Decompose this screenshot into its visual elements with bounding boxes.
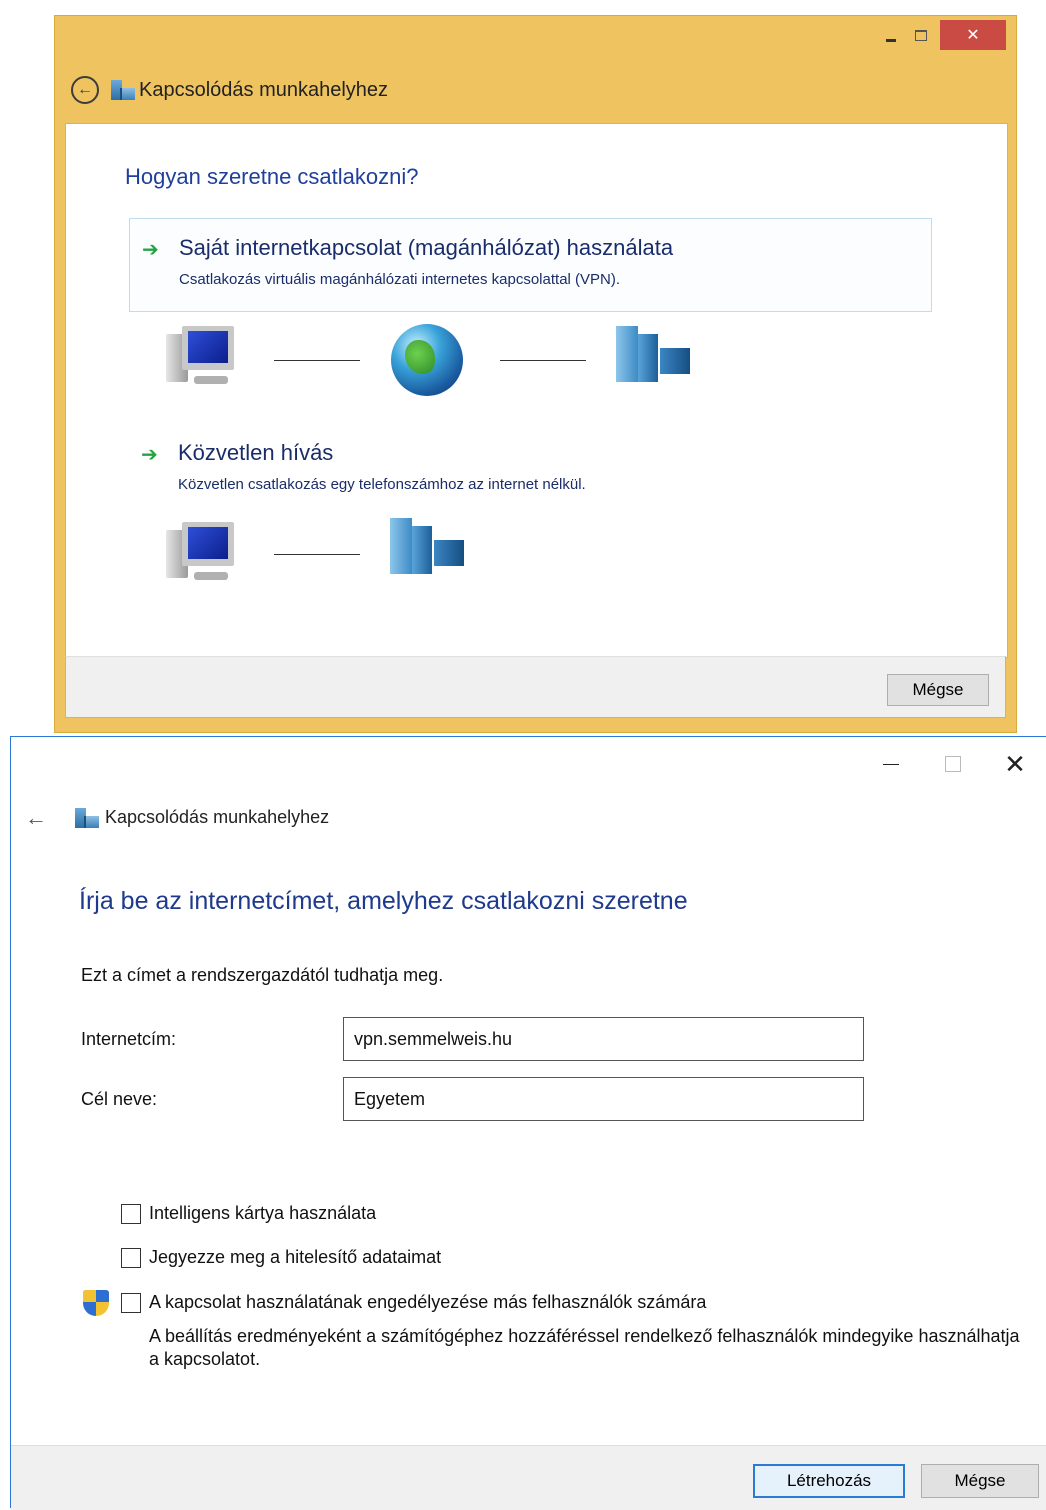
connect-workplace-window-1: ✕ ← Kapcsolódás munkahelyhez Hogyan szer… [54, 15, 1017, 733]
internet-address-input[interactable] [343, 1017, 864, 1061]
button-bar: Létrehozás Mégse [11, 1445, 1046, 1510]
option-title: Közvetlen hívás [178, 440, 334, 465]
remember-credentials-checkbox[interactable] [121, 1247, 141, 1268]
page-heading: Írja be az internetcímet, amelyhez csatl… [79, 887, 688, 915]
create-button[interactable]: Létrehozás [753, 1464, 905, 1498]
back-button[interactable]: ← [71, 76, 99, 104]
network-icon [111, 80, 135, 100]
close-icon: ✕ [1004, 748, 1026, 779]
maximize-icon [945, 756, 961, 772]
allow-other-users-checkbox[interactable] [121, 1292, 141, 1313]
close-icon: ✕ [966, 27, 980, 44]
connection-line [274, 554, 360, 555]
window-controls: ✕ [876, 20, 1006, 50]
back-icon: ← [25, 805, 47, 830]
network-icon [75, 807, 99, 828]
minimize-icon [886, 38, 896, 42]
back-icon: ← [77, 81, 93, 98]
option-direct-dial[interactable]: ➔ Közvetlen hívás Közvetlen csatlakozás … [129, 424, 932, 518]
allow-other-users-option[interactable]: A kapcsolat használatának engedélyezése … [121, 1292, 706, 1313]
globe-icon [391, 324, 463, 396]
title-bar: Kapcsolódás munkahelyhez [63, 807, 329, 828]
page-question: Hogyan szeretne csatlakozni? [125, 164, 419, 189]
vpn-diagram [166, 320, 726, 400]
dial-diagram [166, 514, 726, 594]
window-title: Kapcsolódás munkahelyhez [139, 78, 389, 101]
connection-line [274, 360, 360, 361]
close-button[interactable]: ✕ [940, 20, 1006, 50]
arrow-right-icon: ➔ [142, 239, 159, 261]
allow-users-note: A beállítás eredményeként a számítógéphe… [149, 1326, 1020, 1369]
minimize-button[interactable] [860, 749, 922, 779]
window-controls: ✕ [860, 749, 1046, 779]
button-bar: Mégse [65, 656, 1006, 718]
cancel-button[interactable]: Mégse [887, 674, 989, 706]
building-icon [390, 518, 464, 578]
option-description: Közvetlen csatlakozás egy telefonszámhoz… [178, 476, 586, 493]
window-title: Kapcsolódás munkahelyhez [105, 807, 330, 827]
computer-icon [166, 520, 240, 592]
option-description: Csatlakozás virtuális magánhálózati inte… [179, 271, 621, 288]
computer-icon [166, 324, 240, 396]
smart-card-option[interactable]: Intelligens kártya használata [121, 1203, 376, 1224]
maximize-icon [915, 29, 927, 41]
hint-text: Ezt a címet a rendszergazdától tudhatja … [81, 965, 444, 985]
checkbox-label: A kapcsolat használatának engedélyezése … [149, 1292, 707, 1312]
destination-name-input[interactable] [343, 1077, 864, 1121]
minimize-button[interactable] [876, 22, 906, 48]
maximize-button[interactable] [922, 749, 984, 779]
arrow-right-icon: ➔ [141, 444, 158, 466]
maximize-button[interactable] [906, 22, 936, 48]
back-button[interactable]: ← [25, 805, 47, 831]
building-icon [616, 326, 690, 386]
close-button[interactable]: ✕ [984, 749, 1046, 779]
cancel-button[interactable]: Mégse [921, 1464, 1039, 1498]
shield-icon [83, 1290, 109, 1318]
wizard-content: Hogyan szeretne csatlakozni? ➔ Saját int… [65, 123, 1008, 658]
internet-address-label: Internetcím: [81, 1029, 177, 1049]
smart-card-checkbox[interactable] [121, 1203, 141, 1224]
checkbox-label: Jegyezze meg a hitelesítő adataimat [149, 1247, 442, 1267]
option-vpn[interactable]: ➔ Saját internetkapcsolat (magánhálózat)… [129, 218, 932, 312]
connect-workplace-window-2: ✕ ← Kapcsolódás munkahelyhez Írja be az … [10, 736, 1046, 1510]
minimize-icon [883, 763, 899, 765]
title-bar: ← Kapcsolódás munkahelyhez [71, 76, 388, 104]
remember-credentials-option[interactable]: Jegyezze meg a hitelesítő adataimat [121, 1247, 441, 1268]
option-title: Saját internetkapcsolat (magánhálózat) h… [179, 235, 674, 260]
destination-name-label: Cél neve: [81, 1089, 158, 1109]
checkbox-label: Intelligens kártya használata [149, 1203, 377, 1223]
connection-line [500, 360, 586, 361]
